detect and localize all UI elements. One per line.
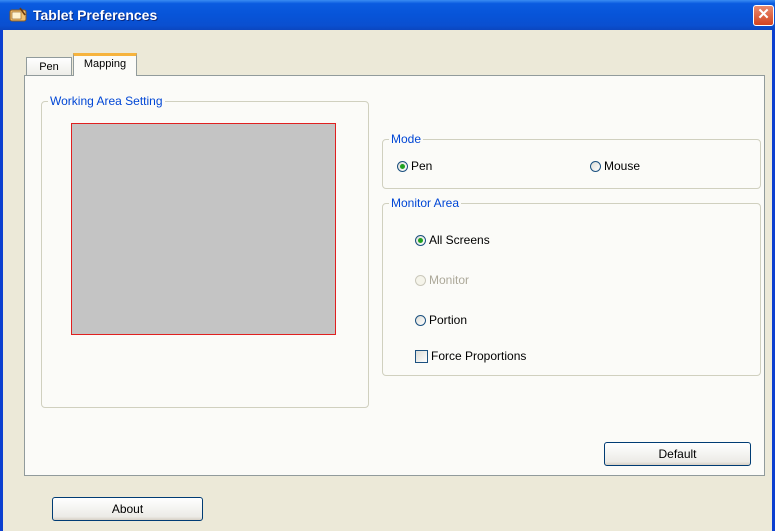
checkbox-unchecked-icon <box>415 349 428 363</box>
about-button[interactable]: About <box>52 497 203 521</box>
mode-pen-radio[interactable]: Pen <box>397 158 432 174</box>
tab-pen[interactable]: Pen <box>26 57 72 77</box>
mode-mouse-label: Mouse <box>604 159 641 173</box>
portion-label: Portion <box>429 313 468 327</box>
tablet-app-icon <box>9 7 27 22</box>
close-icon: ✕ <box>757 6 770 23</box>
monitor-area-label: Monitor Area <box>389 196 462 210</box>
window-title: Tablet Preferences <box>33 7 158 23</box>
radio-unchecked-icon <box>415 314 426 326</box>
mode-label: Mode <box>389 132 424 146</box>
radio-unchecked-icon <box>590 160 601 172</box>
mode-group: Mode <box>382 132 761 189</box>
mode-mouse-radio[interactable]: Mouse <box>590 158 640 174</box>
title-bar[interactable]: Tablet Preferences ✕ <box>0 0 775 30</box>
window-left-border <box>0 30 3 531</box>
force-proportions-checkbox[interactable]: Force Proportions <box>415 348 526 364</box>
radio-disabled-icon <box>415 274 426 286</box>
portion-radio[interactable]: Portion <box>415 312 467 328</box>
all-screens-label: All Screens <box>429 233 490 247</box>
working-area-label: Working Area Setting <box>48 94 165 108</box>
mode-pen-label: Pen <box>411 159 433 173</box>
radio-checked-icon <box>397 160 408 172</box>
close-button[interactable]: ✕ <box>753 5 774 26</box>
monitor-label: Monitor <box>429 273 470 287</box>
radio-checked-icon <box>415 234 426 246</box>
all-screens-radio[interactable]: All Screens <box>415 232 490 248</box>
tablet-preferences-window: Tablet Preferences ✕ Pen Mapping Working… <box>0 0 775 531</box>
default-button[interactable]: Default <box>604 442 751 466</box>
working-area-preview[interactable] <box>71 123 336 335</box>
monitor-radio: Monitor <box>415 272 469 288</box>
force-proportions-label: Force Proportions <box>431 349 527 363</box>
tab-mapping[interactable]: Mapping <box>73 53 137 76</box>
